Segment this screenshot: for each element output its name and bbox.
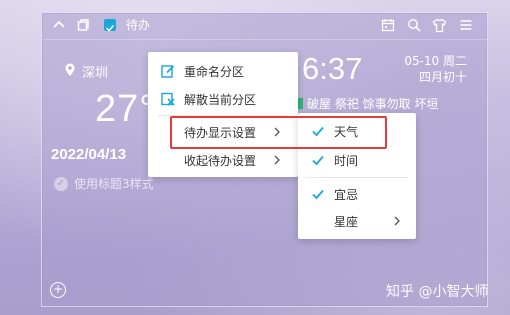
chevron-right-icon [392,215,402,227]
clock-date: 05-10 周二 四月初十 [404,53,467,85]
widget-title: 待办 [126,18,151,32]
check-icon [311,187,325,201]
almanac-items: 破屋 祭祀 馀事勿取 坏垣 [307,97,439,111]
check-circle-icon: ✓ [54,176,68,191]
temperature: 27° [95,88,156,130]
chevron-right-icon [272,154,282,166]
submenu-item-label: 星座 [334,214,359,229]
widget-toolbar: 待办 [42,13,487,40]
edit-icon [161,64,175,78]
menu-icon[interactable] [458,17,474,33]
annotation-highlight-box [170,116,387,149]
dissolve-icon [161,92,175,106]
weather-location: 深圳 [64,62,108,81]
menu-item-label: 解散当前分区 [184,92,257,107]
submenu-item-label: 时间 [334,153,359,168]
add-icon[interactable]: + [50,282,66,298]
watermark: 知乎 @小智大师 [386,284,489,300]
check-icon [311,153,325,167]
location-pin-icon [64,63,76,81]
location-name: 深圳 [82,66,109,81]
menu-item-rename[interactable]: 重命名分区 [148,57,298,85]
weather-date: 2022/04/13 [51,146,127,163]
copy-icon[interactable] [75,17,91,33]
almanac: 破屋 祭祀 馀事勿取 坏垣 [292,95,438,112]
shirt-icon[interactable] [431,17,447,33]
menu-item-dissolve[interactable]: 解散当前分区 [148,85,298,113]
submenu-item-label: 宜忌 [334,187,359,202]
submenu-item-zodiac[interactable]: 星座 [298,208,416,234]
menu-item-collapse-settings[interactable]: 收起待办设置 [148,146,298,174]
chevron-up-icon[interactable] [51,17,67,33]
search-icon[interactable] [406,17,422,33]
submenu-divider [306,177,408,178]
checkbox-icon[interactable] [104,19,116,32]
clock-time: 6:37 [302,51,363,86]
clock-date-line: 05-10 周二 [404,54,467,68]
context-menu: 重命名分区 解散当前分区 待办显示设置 收起待办设置 [148,52,298,177]
clock-lunar-line: 四月初十 [418,70,467,84]
calendar-icon[interactable] [380,17,396,33]
menu-item-label: 收起待办设置 [184,153,257,168]
submenu-item-yiji[interactable]: 宜忌 [298,181,416,207]
title-style-label: 使用标题3样式 [74,177,154,191]
title-style-toggle[interactable]: ✓ 使用标题3样式 [54,175,154,192]
submenu-item-time[interactable]: 时间 [298,147,416,173]
menu-item-label: 重命名分区 [184,64,245,79]
